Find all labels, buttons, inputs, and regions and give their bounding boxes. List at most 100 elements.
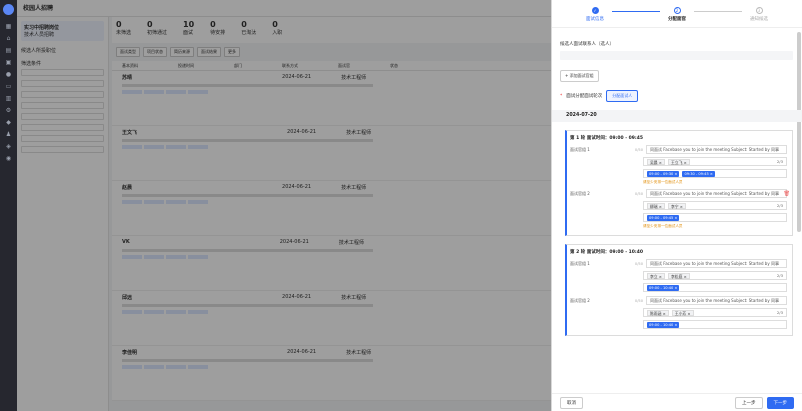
candidate-name[interactable]: 李佳明	[122, 349, 137, 356]
document-icon[interactable]: ▣	[5, 59, 12, 66]
filter-chip[interactable]: 面试结果	[197, 47, 221, 57]
drawer-body: 候选人面试联系人（选人） + 添加面试官组 * 面试分配面试轮次 分配面试人 2…	[552, 29, 802, 393]
filter-chip[interactable]: 更多	[224, 47, 240, 57]
bell-icon[interactable]: ◉	[5, 155, 12, 162]
filter-field[interactable]	[21, 80, 104, 87]
table-row[interactable]: 邱远 2024-06-21 技术工程师	[112, 291, 551, 346]
chart-icon[interactable]: ▥	[5, 95, 12, 102]
applied-date: 2024-06-21	[279, 239, 309, 245]
candidate-name[interactable]: 苏晴	[122, 74, 132, 81]
trash-icon[interactable]: 🗑	[784, 191, 790, 197]
time-slot-select[interactable]: 09:00 - 10:40 ×	[643, 283, 787, 292]
stat-number: 10	[183, 20, 195, 29]
table-row[interactable]: VK 2024-06-21 技术工程师	[112, 236, 551, 291]
interviewer-tag[interactable]: 李立 ×	[647, 272, 665, 279]
step-connector	[612, 11, 660, 12]
candidate-name[interactable]: 赵晨	[122, 184, 132, 191]
folder-icon[interactable]: ▭	[5, 83, 12, 90]
contact-label: 候选人面试联系人（选人）	[560, 42, 614, 47]
group-note-input[interactable]: 同面试 Facebase you to join the meeting Sub…	[646, 145, 787, 154]
table-row[interactable]: 赵晨 2024-06-21 技术工程师	[112, 181, 551, 236]
stat-item[interactable]: 0 未筛选	[116, 20, 131, 40]
filter-field[interactable]	[21, 91, 104, 98]
filter-chip[interactable]: 简历来源	[170, 47, 194, 57]
user-icon[interactable]: ●	[5, 71, 12, 78]
char-count: 0/50	[634, 191, 643, 196]
interviewer-select[interactable]: 吴晨 × 王立飞 × 2/3	[643, 157, 787, 166]
calendar-icon[interactable]: ▤	[5, 47, 12, 54]
time-slot-select[interactable]: 09:00 - 09:45 ×	[643, 213, 787, 222]
next-step-button[interactable]: 下一步	[766, 396, 794, 409]
message-icon[interactable]: ◆	[5, 119, 12, 126]
table-row[interactable]: 苏晴 2024-06-21 技术工程师	[112, 71, 551, 126]
group-note-input[interactable]: 同面试 Facebase you to join the meeting Sub…	[646, 189, 787, 198]
time-slot-tag[interactable]: 09:00 - 09:30 ×	[647, 170, 680, 177]
interviewer-select[interactable]: 陈雨涵 × 王小芳 × 2/3	[643, 308, 787, 317]
skill-tag	[188, 90, 208, 94]
filter-chip[interactable]: 项目状态	[143, 47, 167, 57]
grid-icon[interactable]: ▦	[5, 23, 12, 30]
time-slot-tag[interactable]: 09:00 - 10:40 ×	[647, 321, 680, 328]
interviewer-select[interactable]: 李立 × 李松庭 × 2/3	[643, 271, 787, 280]
row-top: 赵晨 2024-06-21 技术工程师	[122, 184, 541, 191]
interviewer-tag[interactable]: 王小芳 ×	[671, 309, 694, 316]
background-page: 校园人招聘 实习中招聘岗位 技术人员招聘 候选人所投职位 筛选条件 0 未筛选 0 初…	[17, 0, 551, 411]
cancel-button[interactable]: 取消	[560, 396, 583, 409]
row-top: 李佳明 2024-06-21 技术工程师	[122, 349, 541, 356]
stat-item[interactable]: 0 入职	[272, 20, 282, 40]
filter-field[interactable]	[21, 113, 104, 120]
filter-chip[interactable]: 面试类型	[116, 47, 140, 57]
filter-field[interactable]	[21, 146, 104, 153]
stat-item[interactable]: 0 已淘汰	[241, 20, 256, 40]
skill-tag	[188, 200, 208, 204]
filter-chips: 面试类型 项目状态 简历来源 面试结果 更多	[112, 43, 551, 61]
add-interviewer-group-button[interactable]: + 添加面试官组	[560, 70, 599, 82]
interviewer-tag[interactable]: 李松庭 ×	[667, 272, 690, 279]
filter-field[interactable]	[21, 102, 104, 109]
interviewer-tag[interactable]: 吴晨 ×	[647, 158, 665, 165]
table-row[interactable]: 王文飞 2024-06-21 技术工程师	[112, 126, 551, 181]
interviewer-count: 2/3	[776, 310, 783, 315]
step-2-icon: 2	[673, 7, 681, 14]
filter-field[interactable]	[21, 124, 104, 131]
time-slot-tag[interactable]: 09:00 - 10:40 ×	[647, 284, 680, 291]
table-row[interactable]: 李佳明 2024-06-21 技术工程师	[112, 346, 551, 401]
time-slot-tag[interactable]: 09:30 - 09:45 ×	[682, 170, 715, 177]
settings-icon[interactable]: ⚙	[5, 107, 12, 114]
candidate-name[interactable]: VK	[122, 239, 130, 246]
interviewer-tag[interactable]: 李宁 ×	[667, 202, 686, 209]
filter-field[interactable]	[21, 135, 104, 142]
time-slot-select[interactable]: 09:00 - 10:40 ×	[643, 320, 787, 329]
candidate-name[interactable]: 王文飞	[122, 129, 137, 136]
filter-field[interactable]	[21, 69, 104, 76]
job-card[interactable]: 实习中招聘岗位 技术人员招聘	[21, 21, 104, 41]
contact-input[interactable]	[560, 51, 793, 60]
stat-item[interactable]: 10 面试	[183, 20, 194, 40]
prev-step-button[interactable]: 上一步	[735, 396, 763, 409]
time-slot-tag[interactable]: 09:00 - 09:45 ×	[647, 214, 680, 221]
department: 技术工程师	[341, 295, 367, 301]
tag-row	[122, 307, 541, 316]
interviewer-tag[interactable]: 柳瑞 ×	[647, 202, 665, 209]
team-icon[interactable]: ♟	[5, 131, 12, 138]
group-note-input[interactable]: 同面试 Facebase you to join the meeting Sub…	[646, 296, 787, 305]
interviewer-tag[interactable]: 王立飞 ×	[667, 158, 690, 165]
group-note-input[interactable]: 同面试 Facebase you to join the meeting Sub…	[646, 259, 787, 268]
stat-number: 0	[241, 20, 247, 29]
assign-interviewer-button[interactable]: 分配面试人	[606, 90, 639, 102]
step-1: ✓ 面试信息	[578, 7, 612, 22]
interviewer-tag[interactable]: 陈雨涵 ×	[647, 309, 669, 316]
skill-tag	[188, 365, 208, 369]
stat-item[interactable]: 0 待安排	[210, 20, 225, 40]
char-count: 0/50	[634, 147, 643, 152]
interviewer-count: 2/3	[776, 203, 783, 208]
interviewer-select[interactable]: 柳瑞 × 李宁 × 2/3	[643, 201, 787, 210]
time-slot-select[interactable]: 09:00 - 09:30 × 09:30 - 09:45 ×	[643, 169, 787, 178]
home-icon[interactable]: ⌂	[5, 35, 12, 42]
tag-icon[interactable]: ◈	[5, 143, 12, 150]
candidate-name[interactable]: 邱远	[122, 294, 132, 301]
section-label: 候选人所投职位	[21, 48, 57, 54]
stat-item[interactable]: 0 初筛通过	[147, 20, 167, 40]
